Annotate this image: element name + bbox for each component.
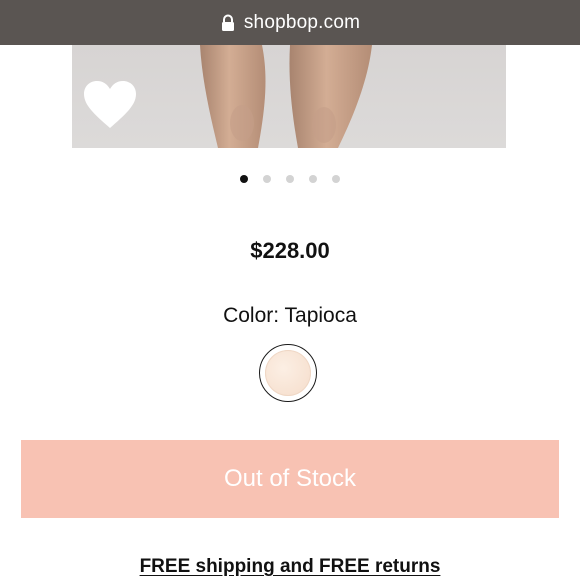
page-frame: shopbop.com $228.00 Color: Tapioca Out o… bbox=[0, 0, 580, 580]
color-swatch-fill bbox=[265, 350, 311, 396]
carousel-dot[interactable] bbox=[240, 175, 248, 183]
carousel-dot[interactable] bbox=[332, 175, 340, 183]
carousel-dot[interactable] bbox=[286, 175, 294, 183]
lock-icon bbox=[221, 14, 234, 31]
color-swatch[interactable] bbox=[259, 344, 317, 402]
color-label: Color: Tapioca bbox=[223, 304, 357, 327]
browser-url: shopbop.com bbox=[243, 11, 361, 33]
product-price: $228.00 bbox=[250, 238, 330, 263]
carousel-dot[interactable] bbox=[263, 175, 271, 183]
shipping-link[interactable]: FREE shipping and FREE returns bbox=[140, 556, 441, 577]
carousel-dot[interactable] bbox=[309, 175, 317, 183]
heart-icon[interactable] bbox=[82, 80, 138, 130]
shipping-info: FREE shipping and FREE returns bbox=[0, 556, 580, 578]
carousel-indicator bbox=[0, 175, 580, 183]
browser-address-bar[interactable]: shopbop.com bbox=[0, 0, 580, 45]
out-of-stock-button[interactable]: Out of Stock bbox=[21, 440, 559, 518]
